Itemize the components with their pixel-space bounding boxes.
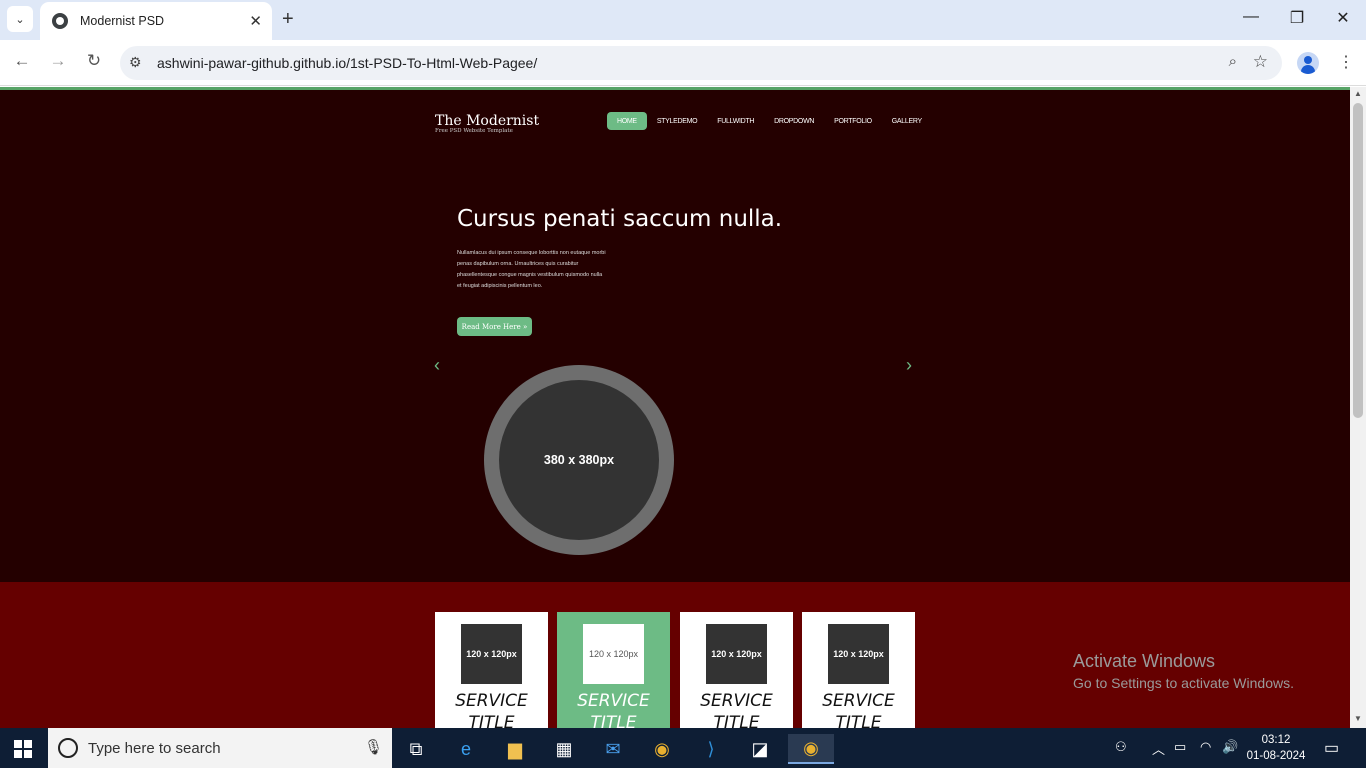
hero-title: Cursus penati saccum nulla. — [457, 206, 783, 232]
nav-item-gallery[interactable]: GALLERY — [882, 112, 932, 130]
system-clock[interactable]: 03:12 01-08-2024 — [1243, 732, 1309, 764]
read-more-button[interactable]: Read More Here » — [457, 317, 532, 336]
profile-icon[interactable] — [1297, 52, 1319, 74]
volume-icon[interactable]: 🔊 — [1222, 739, 1238, 755]
microphone-icon[interactable]: 🎙 — [364, 738, 383, 756]
forward-icon[interactable]: → — [46, 51, 70, 71]
nav-item-styledemo[interactable]: STYLEDEMO — [647, 112, 707, 130]
address-bar[interactable]: ⚙ ashwini-pawar-github.github.io/1st-PSD… — [120, 46, 1282, 80]
site-logo[interactable]: The Modernist Free PSD Website Template — [435, 113, 539, 134]
hero-image-frame: 380 x 380px — [484, 365, 674, 555]
slider-next-icon[interactable]: › — [906, 355, 912, 376]
star-icon[interactable]: ☆ — [1253, 52, 1268, 72]
back-icon[interactable]: ← — [10, 51, 34, 71]
cortana-icon — [58, 738, 78, 758]
edge-icon[interactable]: e — [448, 734, 484, 764]
file-explorer-icon[interactable]: ▆ — [497, 734, 533, 764]
nav-item-home[interactable]: HOME — [607, 112, 647, 130]
search-placeholder: Type here to search — [88, 740, 221, 757]
people-icon[interactable]: ⚇ — [1115, 739, 1127, 755]
task-view-icon[interactable]: ⧉ — [398, 734, 434, 764]
menu-icon[interactable]: ⋮ — [1338, 52, 1354, 72]
nav-item-dropdown[interactable]: DROPDOWN — [764, 112, 824, 130]
service-title: SERVICE TITLE — [822, 691, 895, 728]
service-title: SERVICE TITLE — [577, 691, 650, 728]
service-card[interactable]: 120 x 120px SERVICE TITLE — [435, 612, 548, 728]
service-image: 120 x 120px — [583, 624, 644, 684]
service-title: SERVICE TITLE — [700, 691, 773, 728]
vscode-icon[interactable]: ⟩ — [693, 734, 729, 764]
main-nav: HOME STYLEDEMO FULLWIDTH DROPDOWN PORTFO… — [607, 112, 932, 130]
url-text[interactable]: ashwini-pawar-github.github.io/1st-PSD-T… — [157, 55, 537, 71]
scroll-down-icon[interactable]: ▼ — [1354, 714, 1362, 723]
chrome-active-icon[interactable]: ◉ — [788, 734, 834, 764]
globe-icon — [52, 13, 68, 29]
clock-date: 01-08-2024 — [1246, 750, 1306, 762]
service-image: 120 x 120px — [706, 624, 767, 684]
slider-prev-icon[interactable]: ‹ — [434, 355, 440, 376]
notifications-icon[interactable]: ▭ — [1324, 738, 1339, 758]
mail-icon[interactable]: ✉ — [595, 734, 631, 764]
browser-toolbar: ← → ↻ ⚙ ashwini-pawar-github.github.io/1… — [0, 40, 1366, 86]
watermark-line1: Activate Windows — [1073, 651, 1216, 671]
sticky-notes-icon[interactable]: ◪ — [742, 734, 778, 764]
hero-image-placeholder: 380 x 380px — [499, 380, 659, 540]
nav-item-fullwidth[interactable]: FULLWIDTH — [707, 112, 764, 130]
restore-icon[interactable]: ❐ — [1282, 8, 1312, 28]
activate-windows-watermark: Activate Windows Go to Settings to activ… — [1073, 651, 1294, 691]
site-info-icon[interactable]: ⚙ — [129, 54, 142, 71]
wifi-icon[interactable]: ◠ — [1200, 739, 1211, 755]
hero-section: The Modernist Free PSD Website Template … — [0, 90, 1350, 582]
tab-title: Modernist PSD — [80, 14, 165, 28]
service-card[interactable]: 120 x 120px SERVICE TITLE — [802, 612, 915, 728]
page-scrollbar[interactable]: ▲ ▼ — [1350, 87, 1366, 728]
browser-tab-strip: ⌄ Modernist PSD ✕ + — ❐ ✕ — [0, 0, 1366, 40]
browser-tab[interactable]: Modernist PSD ✕ — [40, 2, 272, 40]
taskbar-search[interactable]: Type here to search 🎙 — [48, 728, 392, 768]
hero-text: Nullamlacus dui ipsum conseque loborttis… — [457, 250, 606, 289]
chrome-icon[interactable]: ◉ — [644, 734, 680, 764]
new-tab-icon[interactable]: + — [282, 8, 294, 31]
chevron-up-icon[interactable]: ︿ — [1152, 739, 1165, 758]
store-icon[interactable]: ▦ — [546, 734, 582, 764]
tab-search-icon[interactable]: ⌄ — [7, 6, 33, 32]
service-title: SERVICE TITLE — [455, 691, 528, 728]
window-close-icon[interactable]: ✕ — [1328, 8, 1358, 28]
page-viewport: The Modernist Free PSD Website Template … — [0, 87, 1366, 728]
watermark-line2: Go to Settings to activate Windows. — [1073, 675, 1294, 691]
service-card[interactable]: 120 x 120px SERVICE TITLE — [680, 612, 793, 728]
scrollbar-thumb[interactable] — [1353, 103, 1363, 418]
logo-text: The Modernist — [435, 113, 540, 129]
zoom-icon[interactable]: ⌕ — [1229, 53, 1237, 70]
close-icon[interactable]: ✕ — [249, 12, 262, 30]
service-card-active[interactable]: 120 x 120px SERVICE TITLE — [557, 612, 670, 728]
service-image: 120 x 120px — [828, 624, 889, 684]
scroll-up-icon[interactable]: ▲ — [1354, 89, 1362, 98]
nav-item-portfolio[interactable]: PORTFOLIO — [824, 112, 882, 130]
reload-icon[interactable]: ↻ — [82, 51, 106, 71]
minimize-icon[interactable]: — — [1236, 8, 1266, 26]
windows-start-icon[interactable] — [14, 740, 32, 758]
clock-time: 03:12 — [1261, 734, 1291, 746]
battery-icon[interactable]: ▭ — [1174, 739, 1186, 755]
service-image: 120 x 120px — [461, 624, 522, 684]
windows-taskbar: Type here to search 🎙 ⧉ e ▆ ▦ ✉ ◉ ⟩ ◪ ◉ … — [0, 728, 1366, 768]
